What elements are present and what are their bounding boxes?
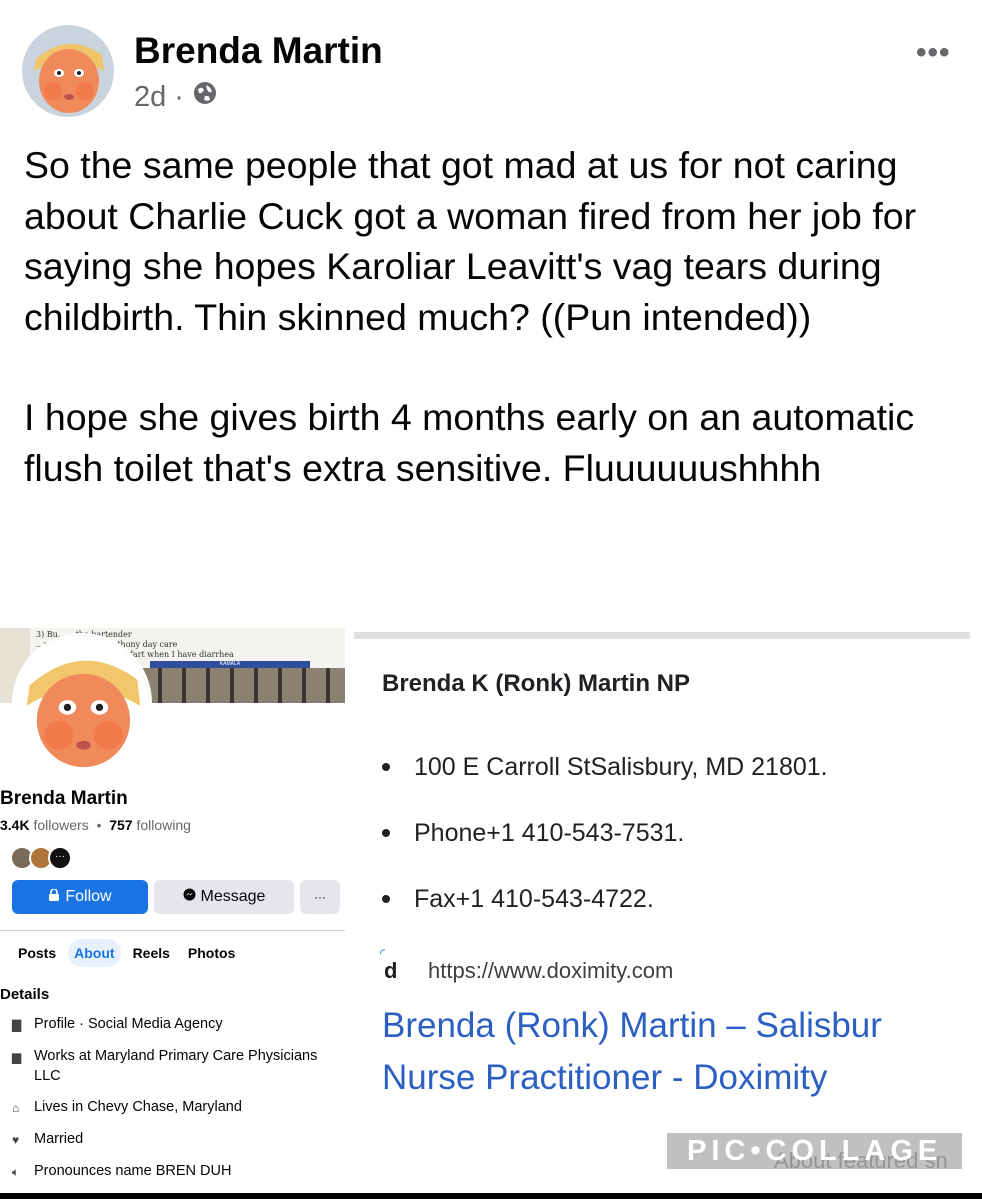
- detail-pronunciation: 🔈︎ Pronounces name BREN DUH: [12, 1161, 342, 1182]
- details-heading: Details: [0, 986, 50, 1003]
- followers-label[interactable]: followers: [33, 817, 88, 833]
- heart-icon: ♥: [12, 1133, 20, 1147]
- profile-name: Brenda Martin: [0, 788, 128, 809]
- message-button[interactable]: Message: [154, 880, 294, 914]
- followers-count[interactable]: 3.4K: [0, 817, 30, 833]
- more-options-icon[interactable]: •••: [916, 36, 951, 70]
- follow-label: Follow: [65, 888, 112, 905]
- result-heading: Brenda K (Ronk) Martin NP: [382, 670, 691, 697]
- post-paragraph: I hope she gives birth 4 months early on…: [24, 396, 915, 489]
- more-mutuals-icon[interactable]: ···: [48, 846, 72, 870]
- doximity-icon: ◜ d: [380, 946, 398, 983]
- tab-about[interactable]: About: [68, 939, 121, 967]
- post-time[interactable]: 2d: [134, 81, 166, 114]
- meta-separator: ·: [174, 80, 184, 113]
- divider: [354, 632, 970, 639]
- author-name[interactable]: Brenda Martin: [134, 30, 383, 72]
- briefcase-icon: ▆: [12, 1050, 22, 1064]
- detail-lives: ⌂ Lives in Chevy Chase, Maryland: [12, 1097, 342, 1118]
- detail-profile: ▇ Profile · Social Media Agency: [12, 1014, 342, 1035]
- profile-avatar[interactable]: [12, 633, 152, 773]
- pic-collage-watermark: PIC•COLLAGE: [667, 1133, 963, 1169]
- messenger-icon: [183, 888, 196, 906]
- screenshot-collage: 3) Bu... ...the bartender ...ms. 9) A Ca…: [0, 628, 982, 1199]
- tab-reels[interactable]: Reels: [127, 939, 176, 967]
- tab-photos[interactable]: Photos: [182, 939, 241, 967]
- result-link[interactable]: Brenda (Ronk) Martin – Salisbur Nurse Pr…: [382, 1000, 882, 1104]
- search-result-screenshot: Brenda K (Ronk) Martin NP 100 E Carroll …: [354, 628, 982, 1199]
- post-meta: 2d ·: [134, 80, 218, 114]
- following-count[interactable]: 757: [109, 817, 132, 833]
- address-item: 100 E Carroll StSalisbury, MD 21801.: [382, 734, 828, 800]
- message-label: Message: [200, 888, 266, 905]
- author-avatar[interactable]: [22, 25, 114, 117]
- post-body: So the same people that got mad at us fo…: [24, 140, 964, 493]
- contact-list: 100 E Carroll StSalisbury, MD 21801. Pho…: [382, 734, 828, 932]
- source-site[interactable]: ◜ d https://www.doximity.com: [380, 946, 673, 984]
- profile-screenshot: 3) Bu... ...the bartender ...ms. 9) A Ca…: [0, 628, 345, 1199]
- details-list: ▇ Profile · Social Media Agency ▆ Works …: [12, 1014, 342, 1193]
- source-url[interactable]: https://www.doximity.com: [428, 958, 673, 984]
- flag-icon: ▇: [12, 1018, 22, 1032]
- follow-stats: 3.4K followers • 757 following: [0, 817, 191, 833]
- follow-button[interactable]: Follow: [12, 880, 148, 914]
- post-paragraph: So the same people that got mad at us fo…: [24, 144, 917, 338]
- following-label[interactable]: following: [136, 817, 190, 833]
- mutual-friends[interactable]: ···: [10, 846, 72, 870]
- speaker-icon: 🔈︎: [12, 1165, 20, 1179]
- tab-posts[interactable]: Posts: [12, 939, 62, 967]
- fax-item: Fax+1 410-543-4722.: [382, 866, 828, 932]
- bottom-border: [0, 1193, 982, 1199]
- cover-banner: KAMALA: [150, 661, 310, 668]
- facebook-post: Brenda Martin 2d · ••• So the same peopl…: [0, 0, 982, 610]
- detail-work: ▆ Works at Maryland Primary Care Physici…: [12, 1048, 318, 1084]
- globe-icon: [192, 80, 218, 114]
- home-icon: ⌂: [12, 1101, 20, 1115]
- phone-item: Phone+1 410-543-7531.: [382, 800, 828, 866]
- detail-relationship: ♥ Married: [12, 1129, 342, 1150]
- follow-icon: [48, 888, 60, 906]
- profile-tabs: Posts About Reels Photos: [0, 930, 345, 967]
- profile-more-button[interactable]: ···: [300, 880, 340, 914]
